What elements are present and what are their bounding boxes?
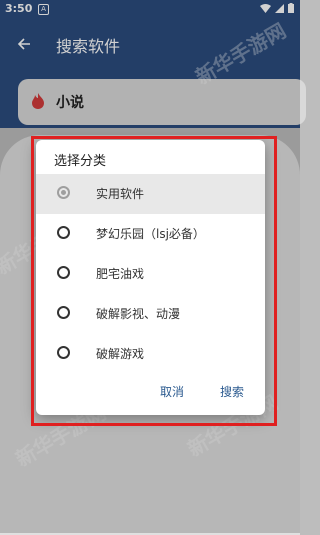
highlight-frame <box>31 136 277 426</box>
